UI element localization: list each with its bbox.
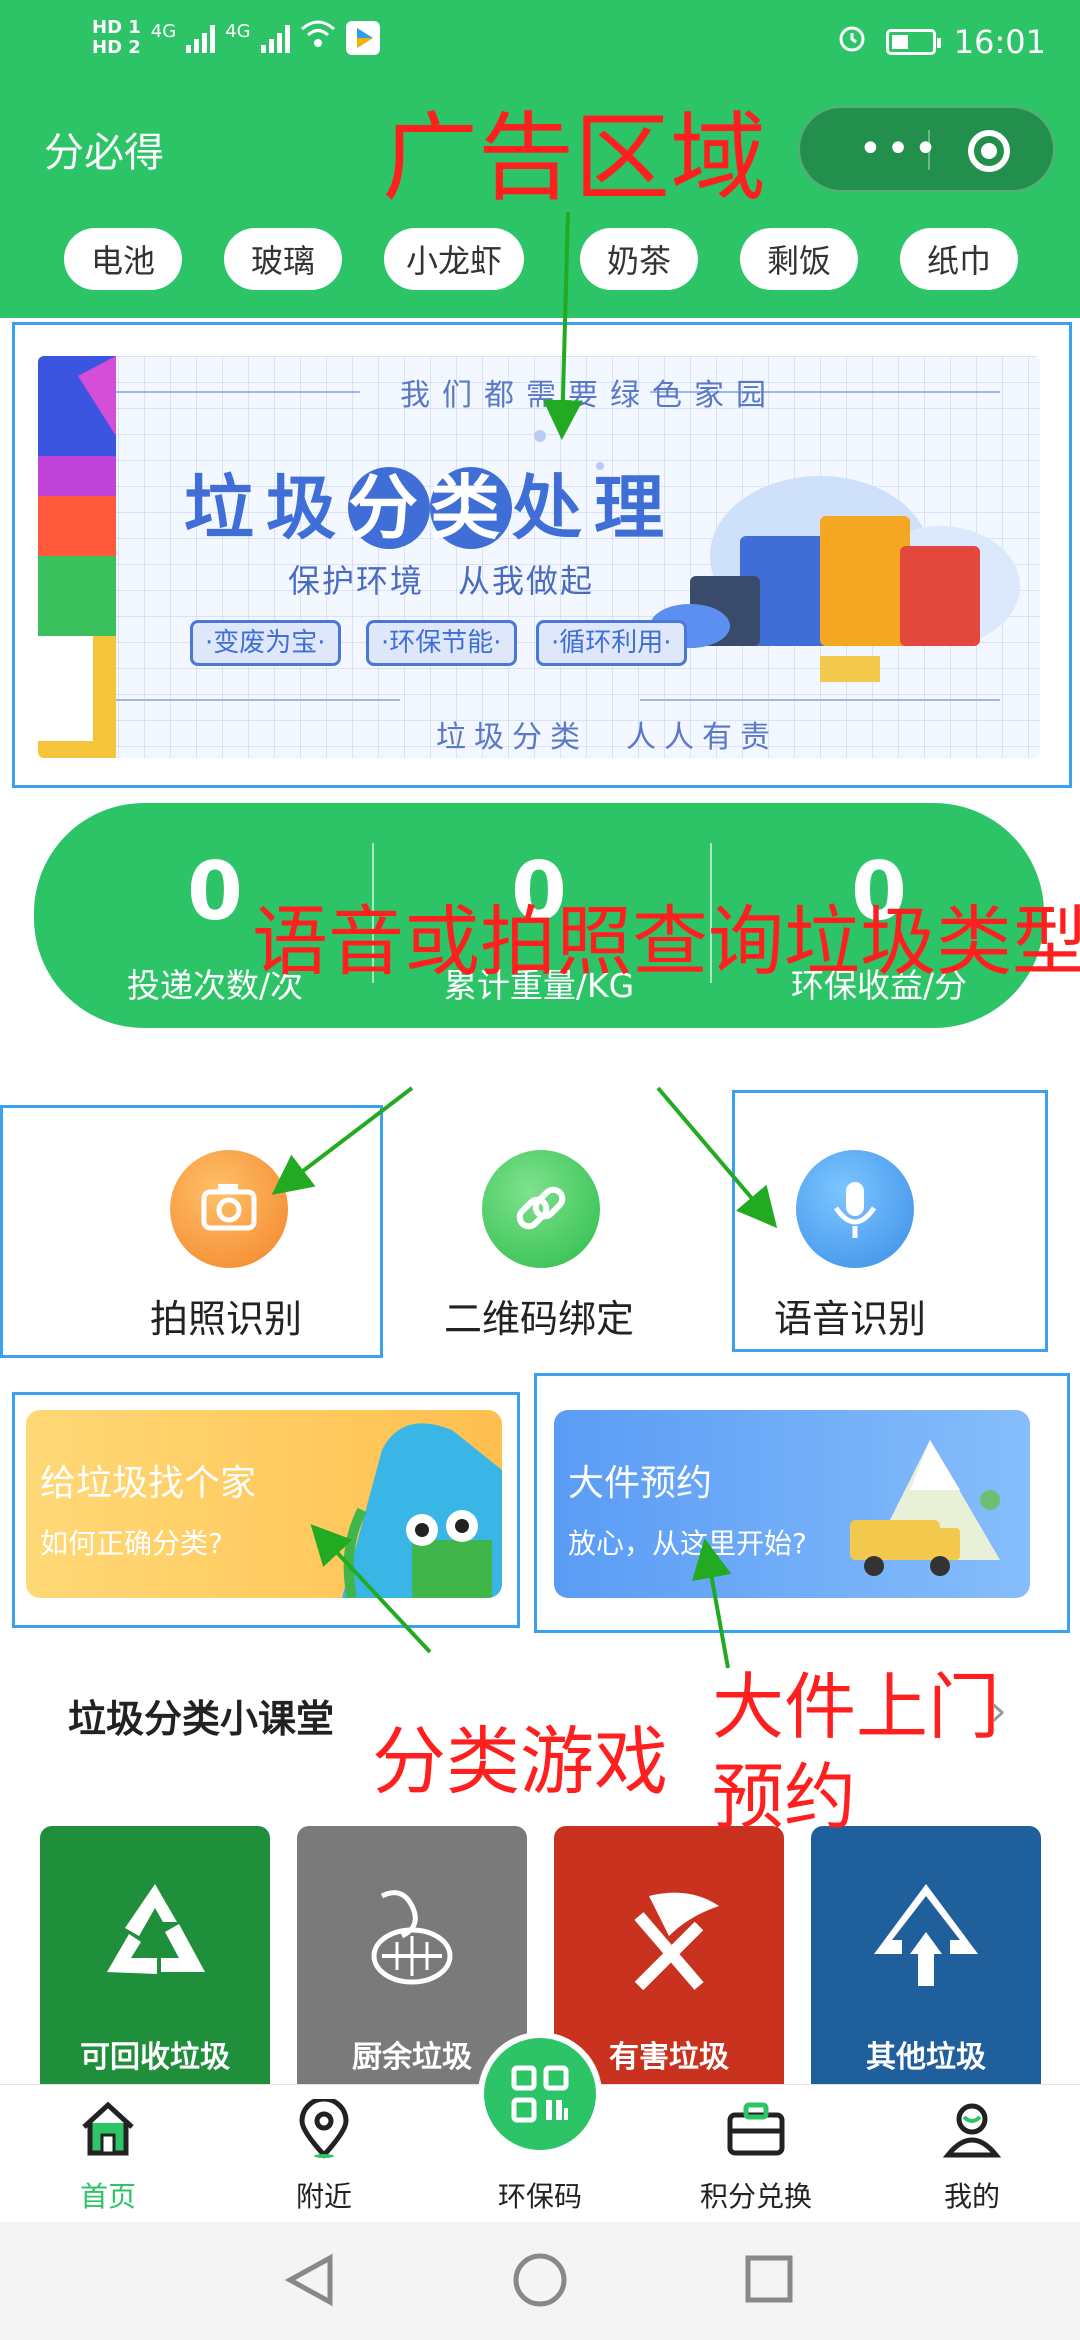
annotation-booking-line2: 预约 xyxy=(712,1755,857,1839)
arrow-to-camera xyxy=(271,1086,414,1195)
annotation-arrows xyxy=(271,211,778,1669)
annotation-game: 分类游戏 xyxy=(372,1719,668,1805)
annotation-query: 语音或拍照查询垃圾类型 xyxy=(252,897,1080,986)
arrow-to-microphone xyxy=(656,1086,778,1229)
arrow-to-banner xyxy=(542,211,583,440)
arrow-to-game-card xyxy=(310,1524,432,1654)
annotation-ad-area: 广告区域 xyxy=(382,102,766,214)
